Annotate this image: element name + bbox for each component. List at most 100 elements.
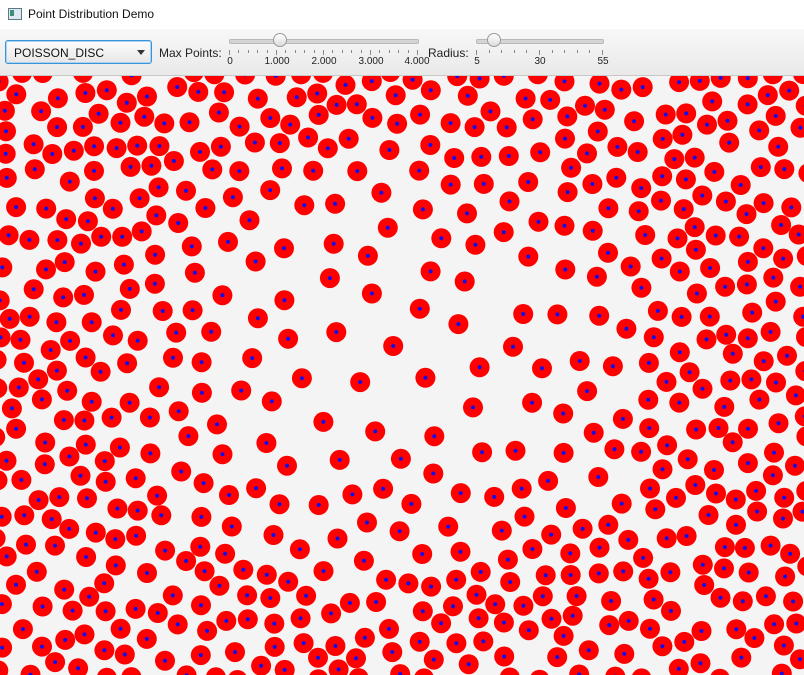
max-points-slider-thumb[interactable] xyxy=(273,33,287,47)
point-center xyxy=(420,207,425,212)
point-center xyxy=(93,530,98,535)
point-center xyxy=(179,469,184,474)
max-points-slider-track[interactable] xyxy=(229,39,419,44)
point-center xyxy=(660,467,665,472)
point-center xyxy=(561,633,566,638)
point-center xyxy=(561,450,566,455)
slider-tick-mark xyxy=(238,50,239,53)
point-disc xyxy=(798,164,804,183)
point-center xyxy=(770,473,775,478)
point-center xyxy=(145,571,149,575)
slider-tick-mark xyxy=(539,50,540,55)
point-center xyxy=(84,555,89,559)
point-center xyxy=(40,604,45,609)
point-center xyxy=(428,88,433,93)
radius-slider[interactable]: 5 30 55 xyxy=(474,33,609,73)
point-center xyxy=(142,114,147,119)
point-center xyxy=(570,613,575,618)
point-center xyxy=(255,316,260,321)
point-center xyxy=(677,269,682,274)
point-center xyxy=(268,596,273,600)
point-center xyxy=(154,213,159,218)
point-center xyxy=(199,514,204,519)
point-center xyxy=(157,144,162,149)
point-center xyxy=(6,233,11,238)
point-center xyxy=(22,513,27,518)
point-center xyxy=(145,94,149,99)
point-center xyxy=(55,125,60,130)
point-center xyxy=(124,100,129,105)
point-center xyxy=(472,125,477,130)
point-center xyxy=(758,165,763,170)
point-center xyxy=(700,562,705,567)
max-points-slider[interactable]: 0 1.000 2.000 3.000 4.000 xyxy=(227,33,430,73)
point-center xyxy=(98,369,103,374)
point-center xyxy=(783,574,788,579)
point-center xyxy=(639,186,644,191)
point-center xyxy=(549,616,554,621)
point-center xyxy=(513,448,518,453)
point-center xyxy=(99,234,104,239)
point-center xyxy=(14,582,18,587)
point-center xyxy=(316,112,321,117)
point-center xyxy=(796,232,801,237)
max-points-slider-ticks xyxy=(229,50,419,55)
point-center xyxy=(61,295,66,300)
point-center xyxy=(664,536,669,541)
point-center xyxy=(492,494,497,499)
point-disc xyxy=(794,406,804,427)
point-center xyxy=(429,584,434,589)
point-center xyxy=(718,76,723,80)
point-center xyxy=(82,418,87,423)
point-center xyxy=(201,481,206,486)
point-center xyxy=(0,265,5,270)
point-center xyxy=(700,386,705,391)
point-center xyxy=(64,217,69,222)
point-center xyxy=(255,96,260,101)
point-center xyxy=(501,230,506,235)
point-canvas[interactable] xyxy=(0,76,804,675)
point-center xyxy=(369,79,374,84)
point-center xyxy=(745,336,750,341)
point-center xyxy=(286,336,291,341)
point-center xyxy=(229,524,234,529)
point-center xyxy=(763,594,768,599)
point-disc xyxy=(184,76,204,83)
point-center xyxy=(286,579,291,584)
slider-tick-mark xyxy=(602,50,603,55)
distribution-mode-select[interactable]: POISSON_DISC xyxy=(5,40,152,64)
point-center xyxy=(76,666,81,671)
point-center xyxy=(508,580,513,584)
point-center xyxy=(502,654,507,659)
slider-tick-mark xyxy=(398,50,399,53)
slider-tick-mark xyxy=(276,50,277,55)
point-center xyxy=(614,175,619,180)
point-center xyxy=(187,120,192,125)
point-center xyxy=(327,276,332,281)
point-center xyxy=(788,551,793,556)
point-center xyxy=(458,549,463,554)
point-center xyxy=(53,543,57,548)
point-center xyxy=(0,645,5,650)
point-center xyxy=(20,627,25,632)
radius-label: Radius: xyxy=(428,46,469,60)
chevron-down-icon[interactable] xyxy=(137,50,145,55)
point-center xyxy=(245,593,250,598)
point-center xyxy=(462,279,467,284)
point-center xyxy=(87,594,92,599)
point-center xyxy=(395,121,400,126)
radius-slider-thumb[interactable] xyxy=(487,33,501,47)
slider-tick-mark xyxy=(342,50,343,53)
point-center xyxy=(133,606,138,611)
point-center xyxy=(134,533,139,538)
point-center xyxy=(96,111,101,116)
point-center xyxy=(672,157,677,162)
point-disc xyxy=(274,659,295,675)
point-center xyxy=(285,463,289,468)
point-center xyxy=(335,536,340,541)
point-center xyxy=(626,618,631,623)
point-center xyxy=(22,360,26,365)
point-disc xyxy=(291,76,311,85)
point-center xyxy=(245,617,250,622)
point-center xyxy=(184,559,189,563)
